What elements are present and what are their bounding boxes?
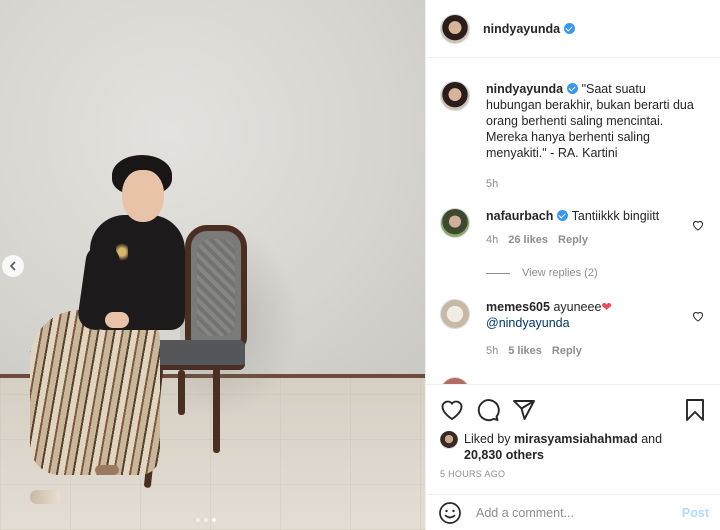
comment-input[interactable] bbox=[476, 505, 682, 520]
comment-username[interactable]: memes605 bbox=[486, 300, 550, 314]
view-replies-label: View replies (2) bbox=[522, 267, 598, 279]
post-header: nindyayunda bbox=[426, 0, 720, 58]
comment-emoji: ❤ bbox=[601, 300, 612, 314]
comment-like-icon[interactable] bbox=[692, 311, 704, 322]
chair-leg bbox=[213, 368, 220, 453]
comment-time[interactable]: 5h bbox=[486, 343, 498, 359]
post-sidebar: nindyayunda nindyayunda "Saat suatu hubu… bbox=[425, 0, 720, 530]
author-name-wrap: nindyayunda bbox=[483, 22, 576, 36]
comment-text: ayuneee bbox=[553, 300, 602, 314]
comment-username[interactable]: nafaurbach bbox=[486, 209, 553, 223]
caption: nindyayunda "Saat suatu hubungan berakhi… bbox=[440, 81, 710, 192]
comment-text: Tantiikkk bingiitt bbox=[571, 209, 660, 223]
comments-list[interactable]: nindyayunda "Saat suatu hubungan berakhi… bbox=[426, 59, 720, 384]
comment-reply-button[interactable]: Reply bbox=[558, 232, 588, 248]
comment-body: nafaurbach Tantiikkk bingiitt 4h 26 like… bbox=[486, 208, 696, 248]
verified-badge-icon bbox=[564, 22, 576, 34]
view-replies-button[interactable]: View replies (2) bbox=[486, 267, 598, 279]
author-username[interactable]: nindyayunda bbox=[483, 22, 560, 36]
comment-avatar[interactable] bbox=[440, 208, 470, 238]
comment-meta: 5h 5 likes Reply bbox=[486, 343, 696, 359]
comment-body: memes605 ayuneee❤ @nindyayunda 5h 5 like… bbox=[486, 299, 696, 359]
liker-username[interactable]: mirasyamsiahahmad bbox=[514, 432, 638, 446]
figure-hand bbox=[105, 312, 129, 328]
liker-avatar[interactable] bbox=[440, 431, 458, 449]
likes-others-link[interactable]: 20,830 others bbox=[464, 448, 544, 462]
comment-item-partial bbox=[440, 377, 710, 384]
comment-item: nafaurbach Tantiikkk bingiitt 4h 26 like… bbox=[440, 208, 710, 248]
comment-bubble-icon[interactable] bbox=[476, 398, 500, 422]
comment-mention[interactable]: @nindyayunda bbox=[486, 316, 570, 330]
post-photo[interactable] bbox=[0, 0, 425, 530]
likes-text: Liked by mirasyamsiahahmad and 20,830 ot… bbox=[464, 431, 662, 463]
verified-badge-icon bbox=[557, 210, 569, 221]
bookmark-icon[interactable] bbox=[683, 398, 707, 422]
instagram-post-modal: nindyayunda nindyayunda "Saat suatu hubu… bbox=[0, 0, 720, 530]
carousel-prev-button[interactable] bbox=[2, 255, 24, 277]
comment-avatar[interactable] bbox=[440, 377, 470, 384]
post-actions: Liked by mirasyamsiahahmad and 20,830 ot… bbox=[426, 384, 720, 479]
figure-batik-skirt bbox=[30, 310, 160, 475]
caption-meta: 5h bbox=[486, 176, 696, 192]
caption-avatar[interactable] bbox=[440, 81, 470, 111]
post-timestamp[interactable]: 5 HOURS AGO bbox=[440, 469, 707, 479]
heart-outline-icon[interactable] bbox=[440, 398, 464, 422]
comment-reply-button[interactable]: Reply bbox=[552, 343, 582, 359]
likes-and: and bbox=[641, 432, 663, 446]
verified-badge-icon bbox=[567, 83, 579, 94]
carousel-dot-active bbox=[212, 518, 216, 522]
chevron-left-icon bbox=[9, 261, 16, 271]
chair-back bbox=[185, 225, 247, 350]
comment-likes[interactable]: 26 likes bbox=[508, 232, 548, 248]
likes-prefix: Liked by bbox=[464, 432, 511, 446]
carousel-dot bbox=[196, 518, 200, 522]
action-icons bbox=[440, 397, 707, 423]
figure-face bbox=[122, 170, 164, 222]
likes-summary: Liked by mirasyamsiahahmad and 20,830 ot… bbox=[440, 431, 707, 463]
figure-shoe bbox=[95, 465, 119, 475]
comment-item: memes605 ayuneee❤ @nindyayunda 5h 5 like… bbox=[440, 299, 710, 359]
chair-leg bbox=[178, 370, 185, 415]
carousel-dot bbox=[204, 518, 208, 522]
caption-username[interactable]: nindyayunda bbox=[486, 82, 563, 96]
add-comment-bar: Post bbox=[426, 494, 720, 530]
smiley-icon[interactable] bbox=[438, 501, 462, 525]
comment-avatar[interactable] bbox=[440, 299, 470, 329]
comment-time[interactable]: 4h bbox=[486, 232, 498, 248]
author-avatar[interactable] bbox=[440, 13, 470, 44]
caption-time[interactable]: 5h bbox=[486, 176, 498, 192]
paper-plane-icon[interactable] bbox=[512, 398, 536, 422]
chair-seat bbox=[150, 340, 245, 370]
comment-likes[interactable]: 5 likes bbox=[508, 343, 542, 359]
post-comment-button[interactable]: Post bbox=[682, 506, 709, 520]
figure-shoe bbox=[30, 490, 60, 504]
caption-body: nindyayunda "Saat suatu hubungan berakhi… bbox=[486, 81, 696, 192]
comment-like-icon[interactable] bbox=[692, 220, 704, 231]
carousel-dots bbox=[196, 518, 216, 522]
comment-meta: 4h 26 likes Reply bbox=[486, 232, 696, 248]
view-replies-line bbox=[486, 272, 510, 274]
